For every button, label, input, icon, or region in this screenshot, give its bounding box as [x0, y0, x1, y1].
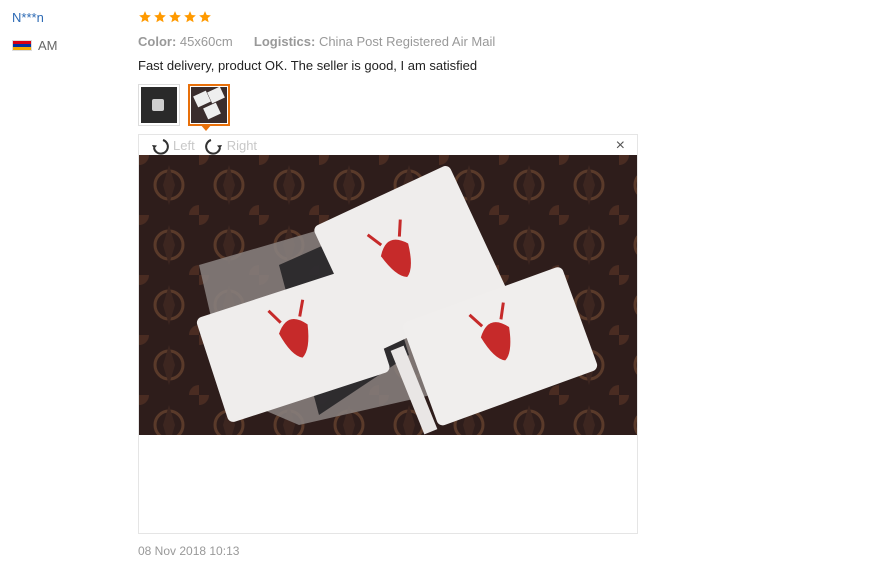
- active-thumbnail-caret: [200, 124, 212, 131]
- star-icon: [153, 10, 167, 24]
- review-photo: [139, 155, 637, 435]
- star-rating: [138, 10, 638, 26]
- photo-viewer: Left Right ×: [138, 134, 638, 534]
- rotate-left-icon: [152, 138, 169, 155]
- star-icon: [198, 10, 212, 24]
- reviewer-name: N***n: [12, 10, 44, 25]
- color-value: 45x60cm: [179, 34, 233, 49]
- close-viewer-button[interactable]: ×: [616, 138, 625, 154]
- rotate-left-label: Left: [173, 138, 195, 153]
- reviewer-country: AM: [12, 38, 122, 53]
- review-date: 08 Nov 2018 10:13: [138, 544, 240, 558]
- review-photo-thumbnails: [138, 84, 230, 126]
- star-icon: [168, 10, 182, 24]
- viewer-toolbar: Left Right ×: [139, 135, 637, 156]
- star-icon: [183, 10, 197, 24]
- review-meta: Color: 45x60cm Logistics: China Post Reg…: [138, 34, 638, 50]
- review-text: Fast delivery, product OK. The seller is…: [138, 58, 478, 73]
- photo-thumbnail-2[interactable]: [188, 84, 230, 126]
- rotate-right-icon: [204, 138, 222, 155]
- rotate-left-button[interactable]: Left: [149, 136, 195, 156]
- photo-thumbnail-1[interactable]: [138, 84, 180, 126]
- logistics-label: Logistics:: [253, 34, 316, 49]
- color-label: Color:: [138, 34, 177, 49]
- rotate-right-label: Right: [226, 138, 258, 153]
- product-photo-image: [139, 155, 637, 435]
- flag-icon: [12, 40, 32, 51]
- country-code: AM: [38, 38, 58, 53]
- star-icon: [138, 10, 152, 24]
- reviewer-info: N***n AM: [12, 10, 122, 53]
- logistics-value: China Post Registered Air Mail: [318, 34, 496, 49]
- review-body: Color: 45x60cm Logistics: China Post Reg…: [138, 10, 638, 74]
- rotate-right-button[interactable]: Right: [203, 136, 257, 156]
